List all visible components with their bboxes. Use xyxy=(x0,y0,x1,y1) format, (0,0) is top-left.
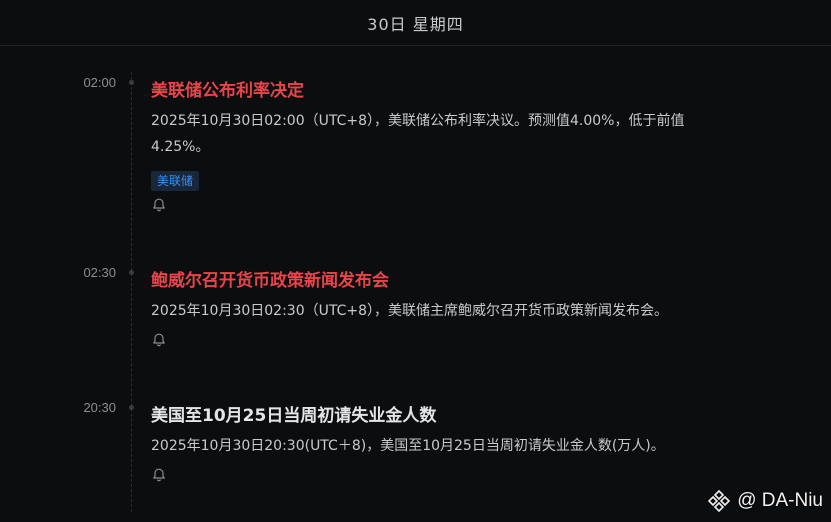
event-title[interactable]: 美联储公布利率决定 xyxy=(151,76,304,101)
watermark: @ DA-Niu xyxy=(706,488,823,514)
watermark-text: @ DA-Niu xyxy=(737,490,823,511)
date-label: 30日 星期四 xyxy=(367,14,464,34)
timeline-dot xyxy=(129,80,134,85)
event-time: 20:30 xyxy=(83,400,116,415)
bell-icon[interactable] xyxy=(151,332,167,348)
event-title[interactable]: 鲍威尔召开货币政策新闻发布会 xyxy=(151,266,389,291)
binance-logo-icon xyxy=(708,489,731,513)
bell-icon[interactable] xyxy=(151,197,167,213)
event-time: 02:30 xyxy=(83,265,116,280)
event-tag[interactable]: 美联储 xyxy=(151,171,200,191)
event-title[interactable]: 美国至10月25日当周初请失业金人数 xyxy=(151,401,436,426)
timeline-dot xyxy=(129,270,134,275)
date-header: 30日 星期四 xyxy=(0,0,831,46)
bell-icon[interactable] xyxy=(151,467,167,483)
timeline-line xyxy=(131,72,132,512)
event-description: 2025年10月30日02:30（UTC+8），美联储主席鲍威尔召开货币政策新闻… xyxy=(151,303,668,319)
timeline-dot xyxy=(129,405,134,410)
event-time: 02:00 xyxy=(83,75,116,90)
event-description: 2025年10月30日02:00（UTC+8），美联储公布利率决议。预测值4.0… xyxy=(151,113,685,155)
event-description: 2025年10月30日20:30(UTC＋8)，美国至10月25日当周初请失业金… xyxy=(151,438,665,454)
